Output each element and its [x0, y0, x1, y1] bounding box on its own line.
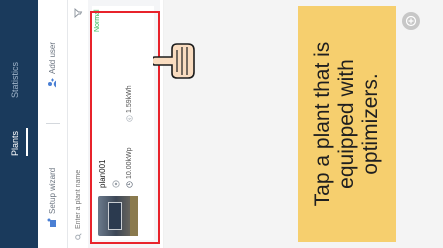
- search-bar: [68, 0, 88, 248]
- highlight-box: [90, 11, 160, 244]
- setup-wizard-label: Setup wizard: [47, 167, 57, 214]
- active-tab-indicator: [26, 128, 28, 156]
- hand-pointer-icon: [153, 43, 195, 79]
- app-header: Plants Statistics: [0, 0, 38, 248]
- search-field[interactable]: [72, 26, 84, 240]
- tab-statistics[interactable]: Statistics: [10, 62, 20, 98]
- add-user-label: Add user: [47, 41, 57, 74]
- toolbar: Setup wizard Add user: [38, 0, 68, 248]
- tip-box: Tap a plant that is equipped with optimi…: [298, 6, 396, 242]
- wizard-icon: [47, 218, 57, 228]
- search-input[interactable]: [74, 109, 82, 229]
- tab-plants[interactable]: Plants: [10, 131, 20, 156]
- plus-button[interactable]: [402, 12, 420, 30]
- divider: [163, 0, 164, 248]
- add-user-button[interactable]: Add user: [47, 42, 57, 88]
- setup-wizard-button[interactable]: Setup wizard: [47, 168, 57, 228]
- plus-icon: [405, 15, 417, 27]
- tip-text: Tap a plant that is equipped with optimi…: [311, 41, 382, 207]
- toolbar-divider: [46, 123, 60, 124]
- add-user-icon: [47, 78, 57, 88]
- search-icon: [74, 233, 82, 240]
- filter-icon[interactable]: [73, 8, 83, 18]
